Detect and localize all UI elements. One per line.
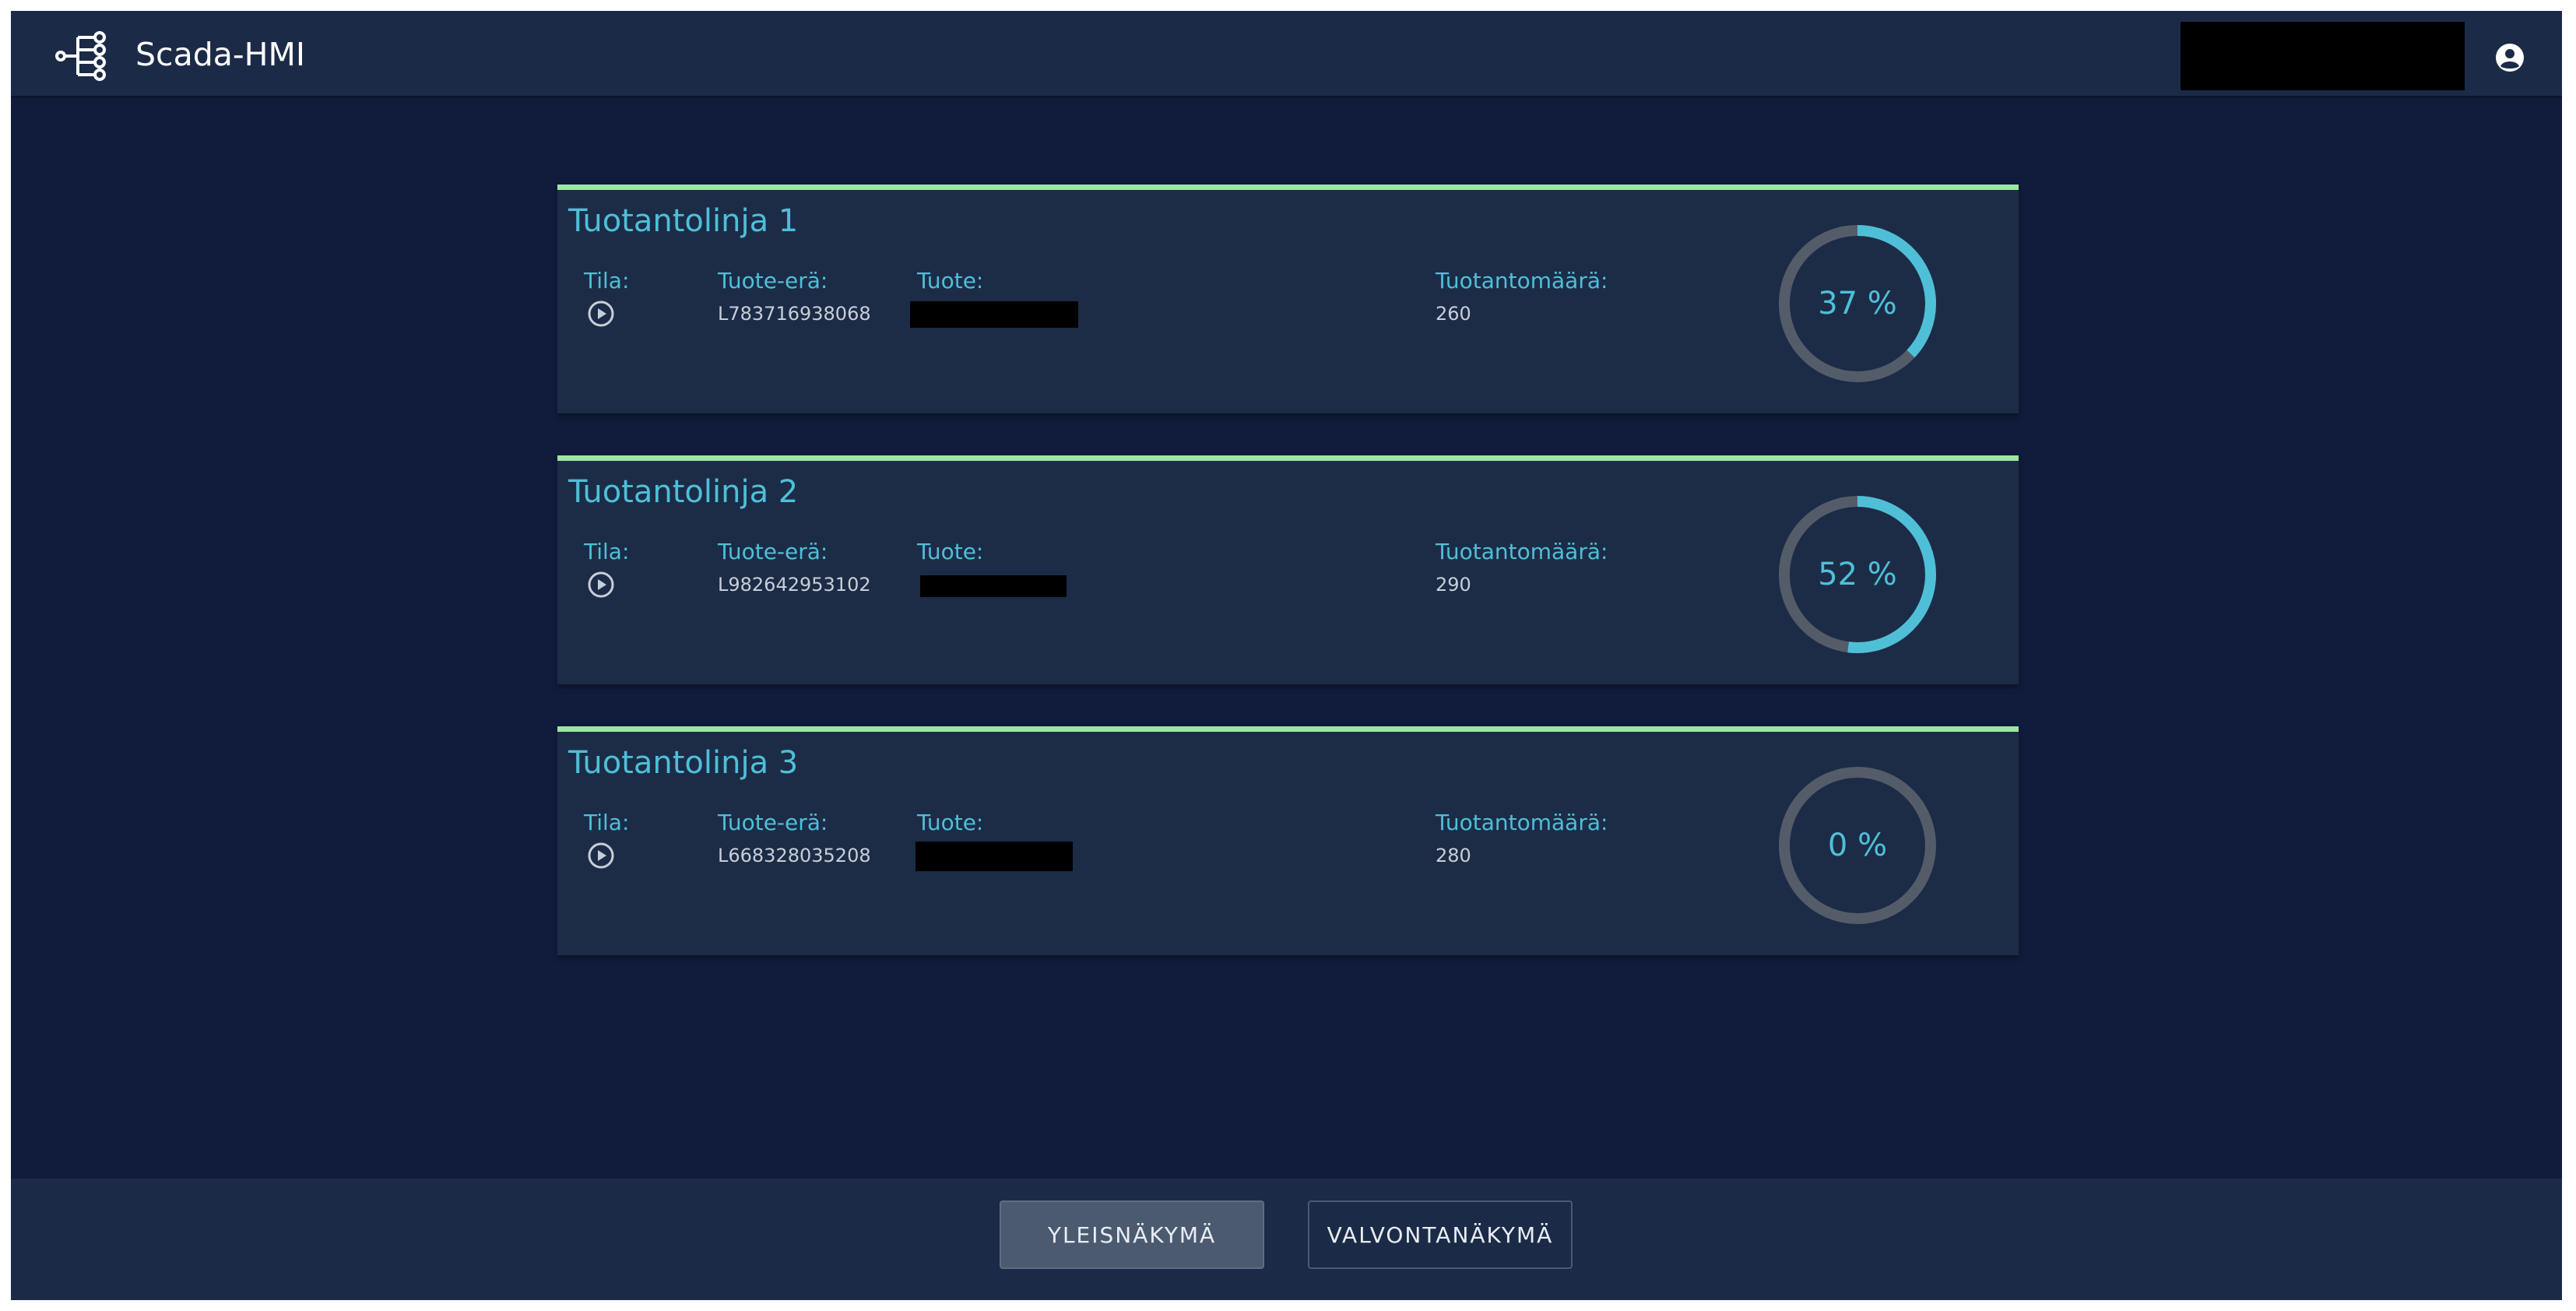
batch-label: Tuote-erä: — [718, 810, 828, 835]
app-header: Scada-HMI — [11, 11, 2562, 98]
batch-label: Tuote-erä: — [718, 539, 828, 564]
gauge-percent-label: 0 % — [1828, 828, 1887, 863]
quantity-value: 290 — [1436, 574, 1471, 596]
product-label: Tuote: — [917, 810, 984, 835]
play-circle-icon — [588, 301, 614, 327]
quantity-value: 260 — [1436, 303, 1471, 325]
line-title: Tuotantolinja 1 — [568, 203, 799, 239]
status-label: Tila: — [584, 268, 630, 293]
batch-value: L668328035208 — [718, 845, 871, 866]
progress-gauge: 37 % — [1779, 225, 1936, 382]
batch-value: L783716938068 — [718, 303, 871, 325]
gauge-percent-label: 52 % — [1818, 557, 1897, 592]
batch-label: Tuote-erä: — [718, 268, 828, 293]
play-circle-icon — [588, 842, 614, 869]
gauge-percent-label: 37 % — [1818, 286, 1897, 322]
play-circle-icon — [588, 571, 614, 598]
production-line-card: Tuotantolinja 3 Tila: Tuote-erä: L668328… — [557, 726, 2019, 955]
line-title: Tuotantolinja 3 — [568, 745, 799, 781]
progress-gauge: 52 % — [1779, 496, 1936, 653]
product-value-redacted — [920, 575, 1067, 597]
product-label: Tuote: — [917, 539, 984, 564]
app-title: Scada-HMI — [135, 36, 305, 73]
status-label: Tila: — [584, 539, 630, 564]
production-line-card: Tuotantolinja 1 Tila: Tuote-erä: L783716… — [557, 185, 2019, 413]
line-title: Tuotantolinja 2 — [568, 474, 799, 510]
production-line-card: Tuotantolinja 2 Tila: Tuote-erä: L982642… — [557, 455, 2019, 684]
overview-button[interactable]: YLEISNÄKYMÄ — [1000, 1200, 1264, 1269]
progress-gauge: 0 % — [1779, 767, 1936, 924]
quantity-label: Tuotantomäärä: — [1436, 810, 1608, 835]
user-name-redacted — [2181, 22, 2465, 90]
status-label: Tila: — [584, 810, 630, 835]
batch-value: L982642953102 — [718, 574, 871, 596]
bottom-navigation: YLEISNÄKYMÄ VALVONTANÄKYMÄ — [11, 1179, 2562, 1300]
quantity-value: 280 — [1436, 845, 1471, 866]
network-nodes-icon — [55, 31, 106, 81]
quantity-label: Tuotantomäärä: — [1436, 268, 1608, 293]
product-value-redacted — [910, 301, 1078, 328]
product-label: Tuote: — [917, 268, 984, 293]
app-window: Scada-HMI Tuotantolinja 1 Tila: Tuote-er… — [11, 11, 2562, 1300]
account-circle-icon[interactable] — [2494, 42, 2525, 73]
monitoring-view-button[interactable]: VALVONTANÄKYMÄ — [1308, 1200, 1573, 1269]
quantity-label: Tuotantomäärä: — [1436, 539, 1608, 564]
product-value-redacted — [915, 842, 1073, 871]
